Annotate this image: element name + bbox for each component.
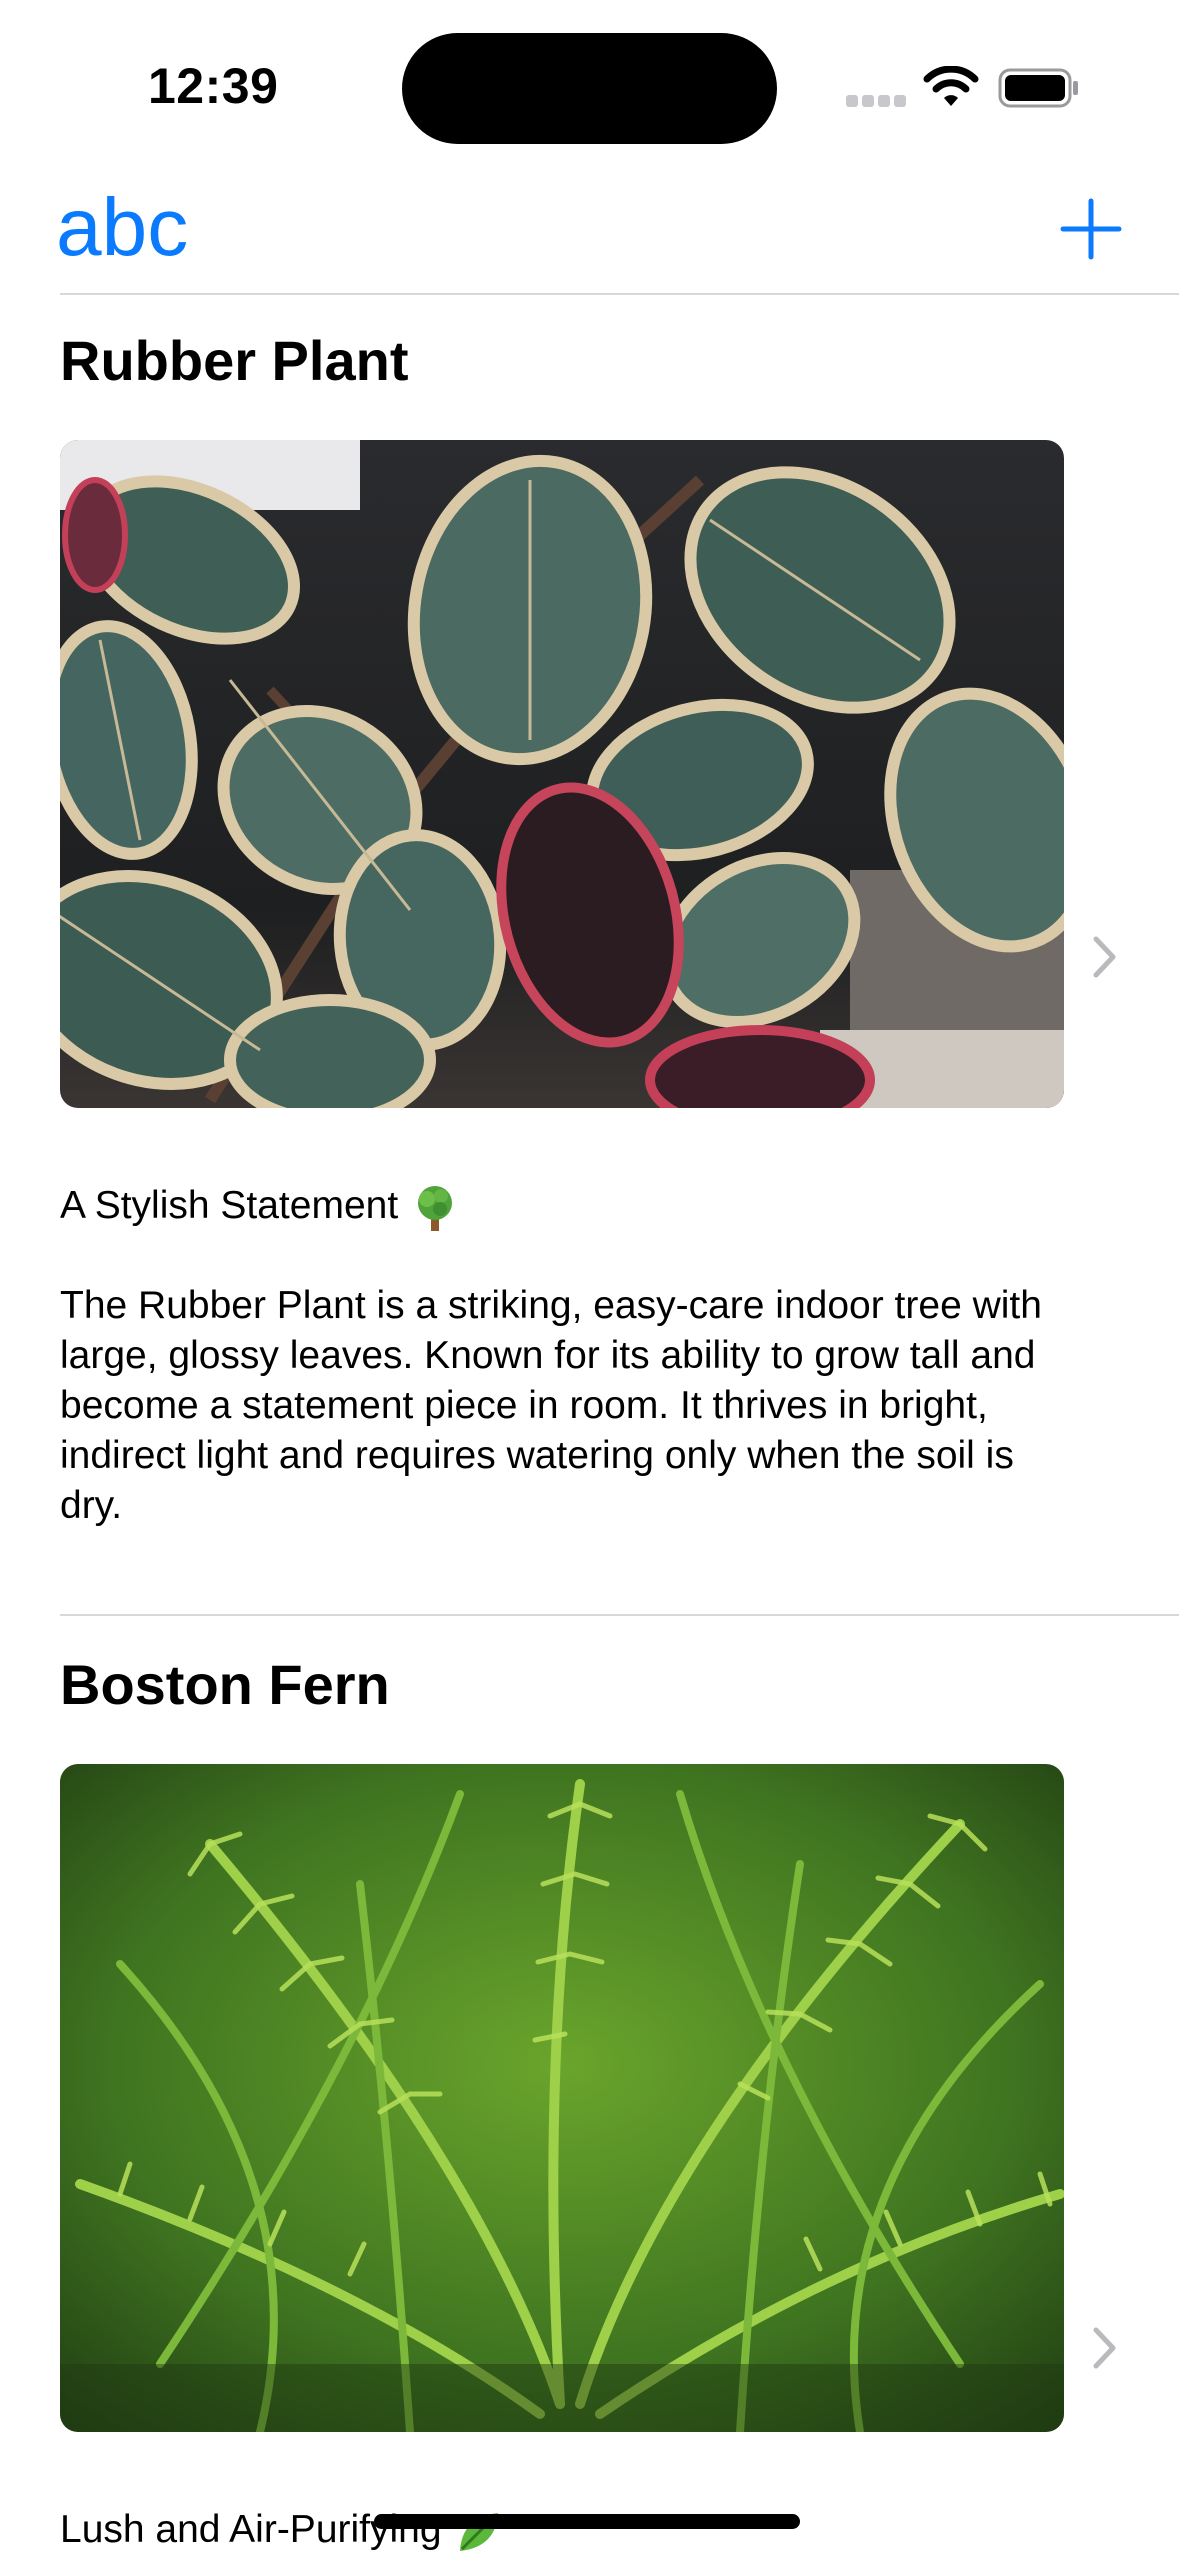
chevron-right-icon	[1093, 936, 1116, 978]
chevron-right-icon	[1093, 2327, 1116, 2369]
rubber-plant-photo	[60, 440, 1064, 1108]
plant-name: Rubber Plant	[60, 329, 409, 392]
plant-tagline: A Stylish Statement	[60, 1181, 460, 1233]
plant-tagline: Lush and Air-Purifying	[60, 2505, 504, 2557]
list-item-boston-fern[interactable]: Boston Fern Lush and Air-Purifying	[0, 1616, 1179, 2556]
plant-description: The Rubber Plant is a striking, easy-car…	[60, 1284, 1042, 1527]
tagline-text: A Stylish Statement	[60, 1184, 399, 1227]
boston-fern-photo	[60, 1764, 1064, 2432]
tree-emoji-icon	[418, 1185, 453, 1231]
list-item-rubber-plant[interactable]: Rubber Plant A Stylish Statement The Rub…	[0, 0, 1179, 1614]
plant-name: Boston Fern	[60, 1653, 390, 1716]
home-indicator[interactable]	[374, 2514, 800, 2529]
